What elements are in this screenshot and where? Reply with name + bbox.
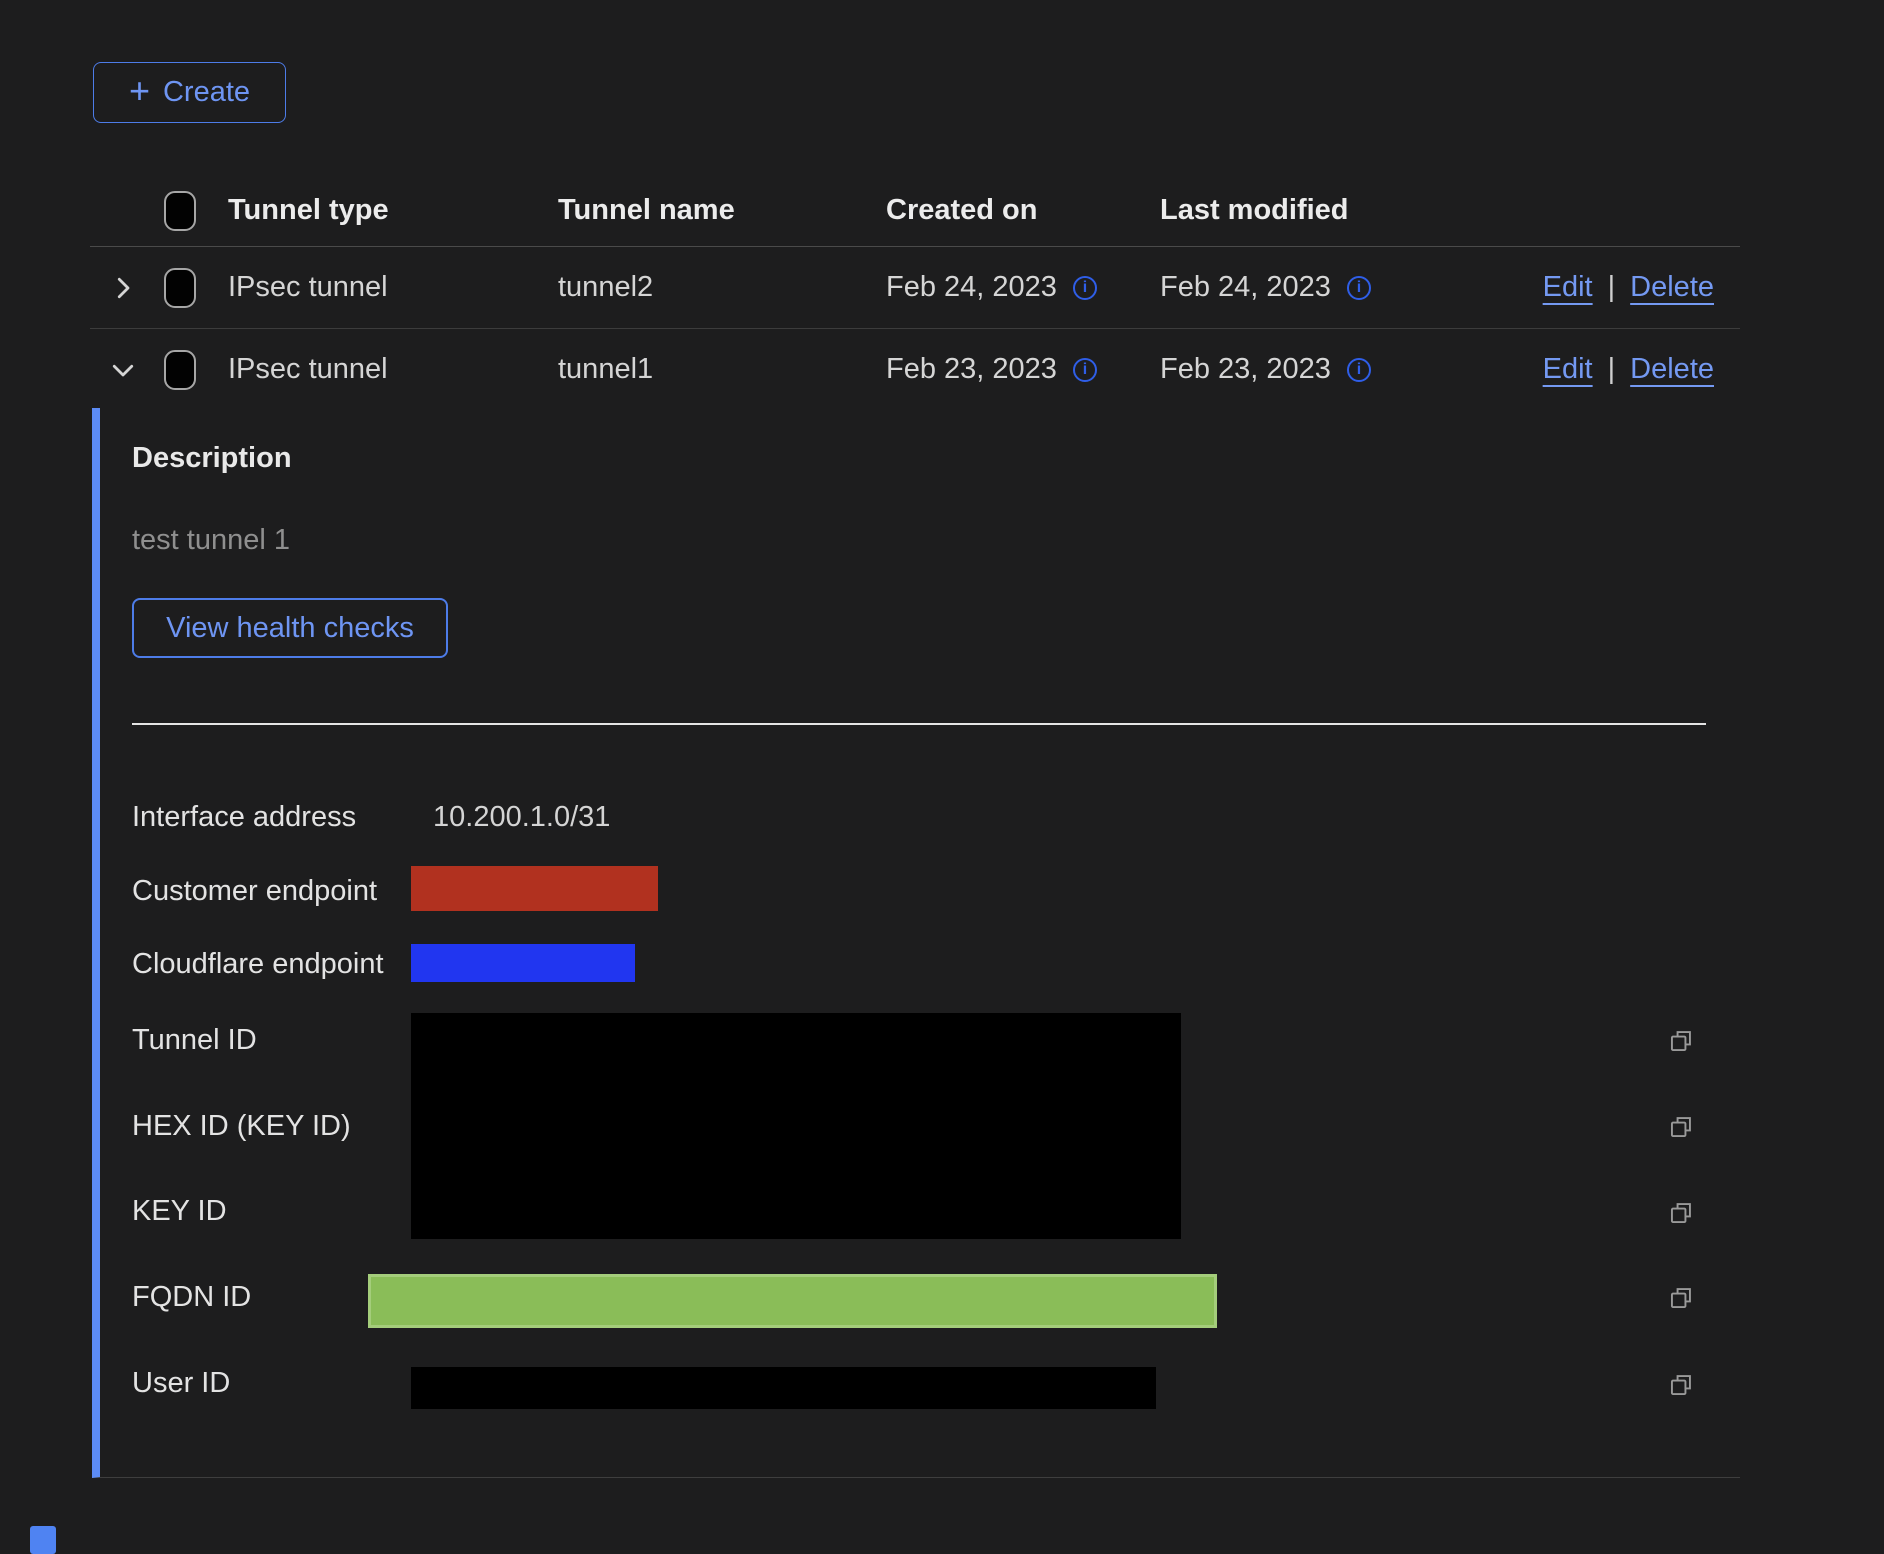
- hex-id-label: HEX ID (KEY ID): [132, 1110, 351, 1143]
- info-icon[interactable]: i: [1073, 358, 1097, 382]
- created-on-date: Feb 24, 2023: [886, 271, 1057, 304]
- plus-icon: +: [129, 73, 150, 109]
- last-modified-date: Feb 24, 2023: [1160, 271, 1331, 304]
- cell-tunnel-name: tunnel1: [558, 353, 886, 386]
- cell-created-on: Feb 24, 2023 i: [886, 271, 1160, 304]
- header-tunnel-name: Tunnel name: [558, 194, 886, 227]
- row-actions: Edit | Delete: [1543, 353, 1740, 386]
- row-actions: Edit | Delete: [1543, 271, 1740, 304]
- select-all-checkbox[interactable]: [164, 191, 196, 231]
- user-id-redacted-value: [411, 1367, 1156, 1409]
- action-separator: |: [1608, 271, 1616, 304]
- cell-last-modified: Feb 24, 2023 i: [1160, 271, 1452, 304]
- tunnels-table: Tunnel type Tunnel name Created on Last …: [90, 175, 1740, 410]
- row-checkbox[interactable]: [164, 350, 196, 390]
- created-on-date: Feb 23, 2023: [886, 353, 1057, 386]
- copy-icon[interactable]: [1668, 1284, 1695, 1311]
- edit-link[interactable]: Edit: [1543, 353, 1593, 386]
- create-button[interactable]: + Create: [93, 62, 286, 123]
- table-row-tunnel2: IPsec tunnel tunnel2 Feb 24, 2023 i Feb …: [90, 247, 1740, 329]
- create-button-label: Create: [163, 76, 250, 109]
- tunnels-page: + Create Tunnel type Tunnel name Created…: [0, 0, 1884, 1554]
- info-icon[interactable]: i: [1073, 276, 1097, 300]
- header-last-modified: Last modified: [1160, 194, 1452, 227]
- view-health-checks-button[interactable]: View health checks: [132, 598, 448, 658]
- ids-redacted-value-block: [411, 1013, 1181, 1239]
- bottom-left-blue-fragment: [30, 1526, 56, 1554]
- fqdn-id-label: FQDN ID: [132, 1281, 251, 1314]
- key-id-label: KEY ID: [132, 1195, 227, 1228]
- delete-link[interactable]: Delete: [1630, 353, 1714, 386]
- chevron-right-icon: [108, 273, 138, 303]
- table-row-tunnel1: IPsec tunnel tunnel1 Feb 23, 2023 i Feb …: [90, 329, 1740, 410]
- chevron-down-icon: [108, 355, 138, 385]
- description-label: Description: [132, 442, 292, 475]
- collapse-row-button[interactable]: [90, 355, 164, 385]
- info-icon[interactable]: i: [1347, 358, 1371, 382]
- delete-link[interactable]: Delete: [1630, 271, 1714, 304]
- action-separator: |: [1608, 353, 1616, 386]
- cell-created-on: Feb 23, 2023 i: [886, 353, 1160, 386]
- table-header-row: Tunnel type Tunnel name Created on Last …: [90, 175, 1740, 247]
- copy-icon[interactable]: [1668, 1113, 1695, 1140]
- interface-address-value: 10.200.1.0/31: [433, 801, 610, 834]
- header-created-on: Created on: [886, 194, 1160, 227]
- panel-divider: [132, 723, 1706, 725]
- user-id-label: User ID: [132, 1367, 230, 1400]
- info-icon[interactable]: i: [1347, 276, 1371, 300]
- row-checkbox[interactable]: [164, 268, 196, 308]
- expanded-tunnel-panel: Description test tunnel 1 View health ch…: [92, 408, 1740, 1478]
- cell-tunnel-type: IPsec tunnel: [228, 353, 558, 386]
- copy-icon[interactable]: [1668, 1371, 1695, 1398]
- copy-icon[interactable]: [1668, 1027, 1695, 1054]
- customer-endpoint-redacted-value: [411, 866, 658, 911]
- cloudflare-endpoint-label: Cloudflare endpoint: [132, 948, 384, 981]
- cloudflare-endpoint-redacted-value: [411, 944, 635, 982]
- expand-row-button[interactable]: [90, 273, 164, 303]
- last-modified-date: Feb 23, 2023: [1160, 353, 1331, 386]
- edit-link[interactable]: Edit: [1543, 271, 1593, 304]
- tunnel-id-label: Tunnel ID: [132, 1024, 257, 1057]
- cell-tunnel-name: tunnel2: [558, 271, 886, 304]
- header-tunnel-type: Tunnel type: [228, 194, 558, 227]
- cell-tunnel-type: IPsec tunnel: [228, 271, 558, 304]
- description-value: test tunnel 1: [132, 524, 290, 557]
- cell-last-modified: Feb 23, 2023 i: [1160, 353, 1452, 386]
- fqdn-id-redacted-value: [368, 1274, 1217, 1328]
- interface-address-label: Interface address: [132, 801, 356, 834]
- copy-icon[interactable]: [1668, 1199, 1695, 1226]
- customer-endpoint-label: Customer endpoint: [132, 875, 377, 908]
